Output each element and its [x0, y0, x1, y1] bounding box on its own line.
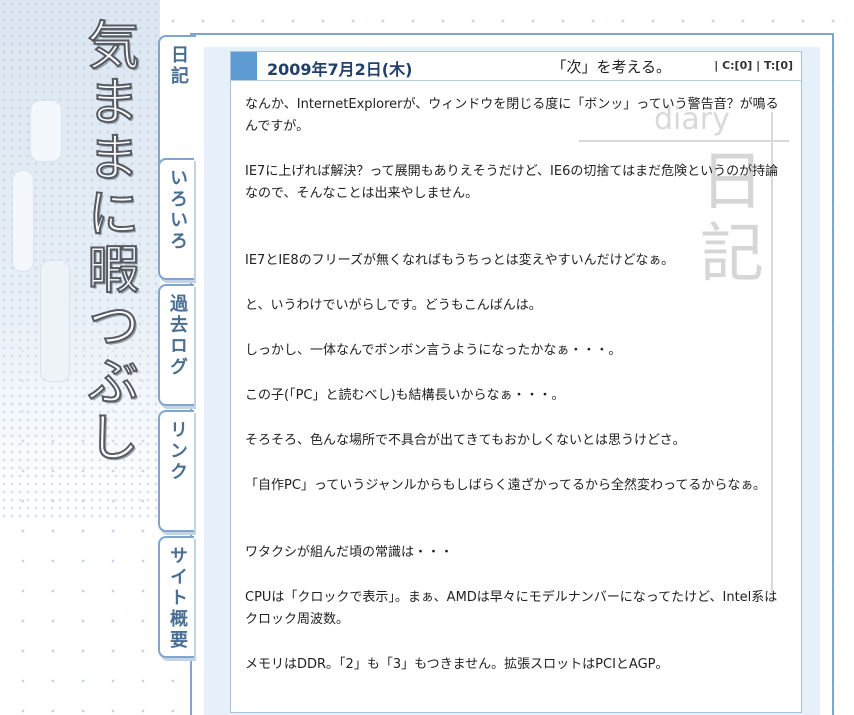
tab-links[interactable]: リンク — [158, 410, 194, 532]
banner-decoration — [40, 260, 70, 382]
entry-paragraph: なんか、InternetExplorerが、ウィンドウを閉じる度に「ボンッ」って… — [245, 97, 779, 134]
meta-separator: | — [756, 59, 761, 72]
header-accent — [231, 52, 257, 80]
entry-paragraph: しっかし、一体なんでボンボン言うようになったかなぁ・・・。 — [245, 343, 622, 358]
tab-misc[interactable]: いろいろ — [158, 158, 194, 280]
entry-paragraph: IE7とIE8のフリーズが無くなればもうちっとは変えやすいんだけどなぁ。 — [245, 253, 675, 268]
tab-archive[interactable]: 過去ログ — [158, 284, 194, 406]
tab-links-label: リンク — [167, 420, 188, 483]
tab-about-label: サイト概要 — [167, 546, 188, 651]
tab-diary-label: 日記 — [168, 45, 189, 87]
site-title[interactable]: 気ままに暇つぶし — [76, 17, 140, 467]
entry-paragraph: ワタクシが組んだ頃の常識は・・・ — [245, 545, 454, 560]
tab-about[interactable]: サイト概要 — [158, 536, 194, 658]
diary-entry: 2009年7月2日(木) 「次」を考える。 | C:[0] | T:[0] di… — [230, 51, 802, 713]
entry-paragraph: この子(「PC」と読むべし)も結構長いからなぁ・・・。 — [245, 388, 565, 403]
entry-paragraph: CPUは「クロックで表示」。まぁ、AMDは早々にモデルナンバーになってたけど、I… — [245, 590, 778, 627]
entry-paragraph: そろそろ、色んな場所で不具合が出てきてもおかしくないとは思うけどさ。 — [245, 433, 686, 448]
entry-paragraph: と、いうわけでいがらしです。どうもこんばんは。 — [245, 298, 542, 313]
entry-meta: | C:[0] | T:[0] — [714, 59, 793, 72]
banner-decoration — [30, 100, 62, 162]
entry-title[interactable]: 「次」を考える。 — [551, 56, 671, 77]
entry-paragraph: 「自作PC」っていうジャンルからもしばらく遠ざかってるから全然変わってるからなぁ… — [245, 478, 767, 493]
comments-link[interactable]: C:[0] — [722, 59, 752, 72]
entry-date: 2009年7月2日(木) — [267, 60, 413, 79]
entry-header: 2009年7月2日(木) 「次」を考える。 | C:[0] | T:[0] — [231, 52, 801, 81]
entry-body: なんか、InternetExplorerが、ウィンドウを閉じる度に「ボンッ」って… — [245, 94, 781, 699]
header-banner: 気ままに暇つぶし — [0, 0, 160, 520]
tab-misc-label: いろいろ — [167, 168, 188, 252]
tab-archive-label: 過去ログ — [167, 294, 188, 378]
trackbacks-link[interactable]: T:[0] — [764, 59, 793, 72]
banner-decoration — [12, 170, 34, 272]
meta-separator: | — [714, 59, 719, 72]
entry-paragraph: IE7に上げれば解決？って展開もありえそうだけど、IE6の切捨てはまだ危険という… — [245, 164, 779, 201]
entry-paragraph: メモリはDDR。「2」も「3」もつきません。拡張スロットはPCIとAGP。 — [245, 657, 669, 672]
